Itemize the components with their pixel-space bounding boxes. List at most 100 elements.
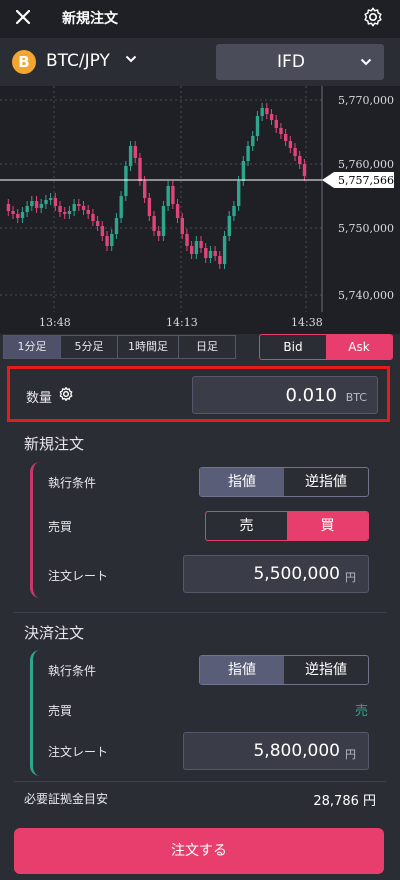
candle-body <box>171 186 175 204</box>
candle-body <box>199 241 203 248</box>
gear-icon[interactable] <box>58 386 74 402</box>
tab-5min[interactable]: 5分足 <box>60 335 118 359</box>
candle-body <box>194 241 199 254</box>
candle-body <box>284 134 288 141</box>
pair-bar: B BTC/JPY IFD <box>0 38 400 86</box>
candle-body <box>114 218 119 234</box>
candle-body <box>53 198 58 206</box>
quantity-row: 数量 0.010 BTC <box>7 366 390 422</box>
time-tick: 13:48 <box>39 316 71 329</box>
header-bar: 新規注文 <box>0 0 400 38</box>
candle-body <box>302 164 307 176</box>
gear-icon[interactable] <box>362 6 384 28</box>
candle-body <box>213 251 217 256</box>
candle-body <box>96 221 100 226</box>
exec-condition-toggle: 指値 逆指値 <box>199 467 369 497</box>
bid-ask-toggle: Bid Ask <box>259 334 393 360</box>
order-rate-unit: 円 <box>345 571 356 584</box>
settle-rate-input[interactable]: 5,800,000 円 <box>183 732 369 770</box>
candle-body <box>241 161 246 181</box>
settle-order-title: 決済注文 <box>24 624 85 642</box>
candle-body <box>105 236 109 246</box>
candle-body <box>44 200 48 204</box>
ask-button[interactable]: Ask <box>326 335 392 359</box>
candle-body <box>265 108 269 114</box>
candle-body <box>274 120 278 128</box>
tab-daily[interactable]: 日足 <box>178 335 236 359</box>
time-tick: 14:38 <box>291 316 323 329</box>
candle-body <box>218 256 222 264</box>
candle-body <box>152 216 156 231</box>
limit-button[interactable]: 指値 <box>200 468 284 496</box>
chart-grid <box>0 86 323 312</box>
order-type-value: IFD <box>277 52 305 72</box>
quantity-input[interactable]: 0.010 BTC <box>192 376 378 414</box>
close-icon[interactable] <box>12 6 34 28</box>
order-rate-value: 5,500,000 <box>253 564 340 584</box>
tab-1hour[interactable]: 1時間足 <box>117 335 179 359</box>
candle-body <box>25 206 29 212</box>
candle-body <box>232 206 236 216</box>
candle-body <box>269 114 274 120</box>
submit-order-button[interactable]: 注文する <box>14 828 384 874</box>
candlestick-chart: 5,757,566 5,770,000 5,760,000 5,750,000 … <box>0 86 394 329</box>
bitcoin-icon: B <box>12 50 36 74</box>
pair-selector[interactable]: BTC/JPY <box>46 51 110 71</box>
quantity-label: 数量 <box>26 391 53 406</box>
stop-button[interactable]: 逆指値 <box>284 468 368 496</box>
current-price-label: 5,757,566 <box>338 174 394 187</box>
settle-rate-value: 5,800,000 <box>253 741 340 761</box>
price-tick: 5,750,000 <box>338 222 394 235</box>
candle-body <box>138 158 142 181</box>
tab-1min[interactable]: 1分足 <box>3 335 61 359</box>
order-rate-input[interactable]: 5,500,000 円 <box>183 555 369 593</box>
margin-label: 必要証拠金目安 <box>24 792 109 806</box>
candle-body <box>190 246 194 254</box>
candle-body <box>222 236 227 264</box>
quantity-value: 0.010 <box>285 385 337 406</box>
candle-body <box>293 148 297 156</box>
candle-body <box>260 108 264 116</box>
candle-body <box>110 234 114 246</box>
price-tick: 5,740,000 <box>338 289 394 302</box>
candle-body <box>11 211 15 214</box>
candle-body <box>100 226 105 236</box>
candle-body <box>227 216 231 236</box>
candles <box>6 103 307 269</box>
chevron-down-icon[interactable] <box>125 54 137 64</box>
settle-order-bracket <box>30 650 40 776</box>
candle-body <box>143 181 147 198</box>
settle-exec-condition-toggle: 指値 逆指値 <box>199 655 369 685</box>
candle-body <box>77 204 81 206</box>
candle-body <box>6 204 11 211</box>
bid-button[interactable]: Bid <box>260 335 326 359</box>
candle-body <box>251 136 255 146</box>
candle-body <box>246 146 250 161</box>
candle-body <box>288 141 293 148</box>
buy-sell-toggle: 売 買 <box>205 511 369 541</box>
limit-button[interactable]: 指値 <box>200 656 284 684</box>
candle-body <box>86 210 90 214</box>
candle-body <box>279 128 283 134</box>
candle-body <box>34 201 39 208</box>
order-type-select[interactable]: IFD <box>216 44 384 80</box>
candle-body <box>157 231 161 236</box>
stop-button[interactable]: 逆指値 <box>284 656 368 684</box>
candle-body <box>49 198 53 200</box>
candle-body <box>175 204 180 218</box>
exec-condition-label: 執行条件 <box>48 664 97 678</box>
settle-rate-unit: 円 <box>345 748 356 761</box>
sell-button[interactable]: 売 <box>206 512 287 540</box>
candle-body <box>39 204 43 208</box>
candle-body <box>180 218 184 234</box>
candle-body <box>81 206 86 210</box>
candle-body <box>298 156 302 164</box>
chevron-down-icon <box>360 58 372 66</box>
candle-body <box>63 212 67 214</box>
candle-body <box>147 198 152 216</box>
price-tick: 5,770,000 <box>338 94 394 107</box>
buy-button[interactable]: 買 <box>287 512 368 540</box>
price-chart[interactable]: 5,757,566 5,770,000 5,760,000 5,750,000 … <box>0 86 400 334</box>
divider <box>14 781 386 782</box>
order-rate-label: 注文レート <box>48 745 109 759</box>
